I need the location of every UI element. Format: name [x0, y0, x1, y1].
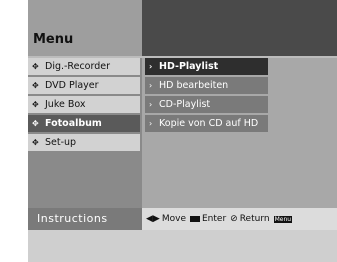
hint-enter-label: Enter: [201, 214, 227, 224]
hint-menu: Menu: [273, 215, 294, 223]
submenu-panel: › HD-Playlist › HD bearbeiten › CD-Playl…: [142, 58, 337, 208]
submenu-item-hd-bearbeiten[interactable]: › HD bearbeiten: [145, 77, 268, 94]
hint-move-label: Move: [161, 214, 186, 224]
menu-item-label: DVD Player: [45, 80, 99, 91]
menu-key-icon: Menu: [273, 215, 293, 223]
hint-move: ◀▶ Move: [146, 214, 186, 224]
menu-item-dig-recorder[interactable]: ✥ Dig.-Recorder: [28, 58, 140, 75]
hint-return-label: Return: [239, 214, 270, 224]
submenu-item-cd-playlist[interactable]: › CD-Playlist: [145, 96, 268, 113]
menu-title: Menu: [33, 32, 74, 47]
submenu-item-label: CD-Playlist: [159, 99, 211, 110]
bullet-icon: ✥: [32, 62, 39, 71]
header-right: [142, 0, 337, 56]
bottom-strip: [28, 230, 337, 262]
bullet-icon: ✥: [32, 100, 39, 109]
submenu-item-kopie-cd-hd[interactable]: › Kopie von CD auf HD: [145, 115, 268, 132]
menu-item-label: Fotoalbum: [45, 118, 102, 129]
chevron-right-icon: ›: [149, 119, 153, 128]
main-menu: ✥ Dig.-Recorder ✥ DVD Player ✥ Juke Box …: [28, 58, 142, 208]
chevron-right-icon: ›: [149, 100, 153, 109]
dvd-menu-screen: Menu ✥ Dig.-Recorder ✥ DVD Player ✥ Juke…: [28, 0, 337, 262]
instructions-panel: Instructions: [28, 208, 142, 230]
menu-item-dvd-player[interactable]: ✥ DVD Player: [28, 77, 140, 94]
submenu-item-label: Kopie von CD auf HD: [159, 118, 259, 129]
chevron-right-icon: ›: [149, 62, 153, 71]
menu-item-set-up[interactable]: ✥ Set-up: [28, 134, 140, 151]
instructions-label: Instructions: [37, 212, 108, 225]
submenu-item-label: HD bearbeiten: [159, 80, 229, 91]
menu-item-label: Dig.-Recorder: [45, 61, 111, 72]
hint-return: ⊘ Return: [230, 214, 269, 224]
return-icon: ⊘: [230, 214, 238, 224]
header-left: Menu: [28, 0, 142, 56]
bullet-icon: ✥: [32, 138, 39, 147]
menu-item-juke-box[interactable]: ✥ Juke Box: [28, 96, 140, 113]
enter-key-icon: [189, 216, 200, 222]
bullet-icon: ✥: [32, 81, 39, 90]
instructions-hints: ◀▶ Move Enter ⊘ Return Menu: [142, 208, 337, 230]
menu-item-label: Set-up: [45, 137, 77, 148]
chevron-right-icon: ›: [149, 81, 153, 90]
submenu-item-hd-playlist[interactable]: › HD-Playlist: [145, 58, 268, 75]
menu-item-label: Juke Box: [45, 99, 86, 110]
menu-item-fotoalbum[interactable]: ✥ Fotoalbum: [28, 115, 140, 132]
submenu-item-label: HD-Playlist: [159, 61, 219, 72]
hint-enter: Enter: [189, 214, 227, 224]
bullet-icon: ✥: [32, 119, 39, 128]
move-arrows-icon: ◀▶: [146, 214, 160, 224]
